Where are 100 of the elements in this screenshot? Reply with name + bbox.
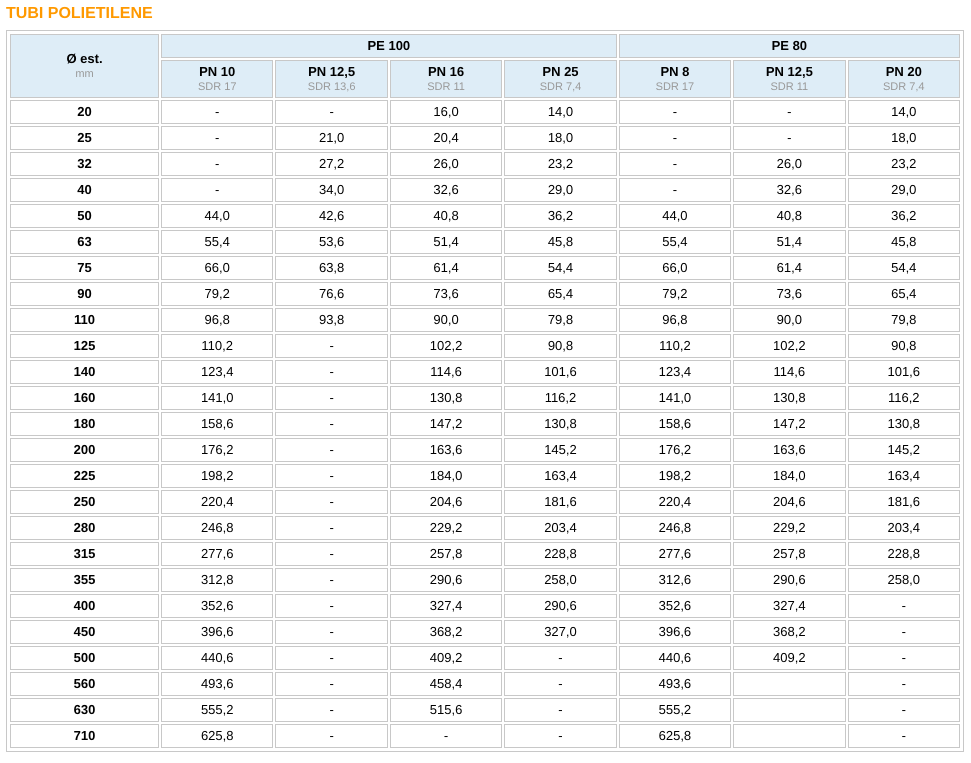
table-cell: 110,2: [618, 334, 732, 358]
table-cell: 79,8: [504, 308, 617, 332]
table-cell: -: [161, 178, 274, 202]
table-cell: 96,8: [161, 308, 274, 332]
table-cell: 220,4: [618, 490, 732, 514]
table-cell: 258,0: [504, 568, 617, 592]
table-cell: 327,4: [733, 594, 846, 618]
table-cell: 130,8: [733, 386, 846, 410]
table-cell: -: [504, 646, 617, 670]
pressure-label: PN 10: [198, 64, 236, 80]
table-cell: 18,0: [504, 126, 617, 150]
table-cell: 228,8: [848, 542, 960, 566]
table-cell: 65,4: [848, 282, 960, 306]
table-cell: -: [275, 464, 388, 488]
table-cell: 163,4: [848, 464, 960, 488]
table-cell: 246,8: [618, 516, 732, 540]
table-cell: 90,0: [390, 308, 502, 332]
table-cell: 21,0: [275, 126, 388, 150]
table-cell: 73,6: [390, 282, 502, 306]
table-cell: 130,8: [504, 412, 617, 436]
table-cell: 368,2: [733, 620, 846, 644]
diameter-cell: 250: [10, 490, 159, 514]
table-cell: -: [504, 672, 617, 696]
table-cell: 36,2: [504, 204, 617, 228]
diameter-cell: 50: [10, 204, 159, 228]
table-cell: -: [618, 178, 732, 202]
table-cell: -: [275, 490, 388, 514]
table-cell: 26,0: [390, 152, 502, 176]
table-cell: -: [161, 152, 274, 176]
diameter-cell: 630: [10, 698, 159, 722]
table-cell: 163,6: [733, 438, 846, 462]
table-cell: -: [275, 412, 388, 436]
table-cell: 40,8: [390, 204, 502, 228]
table-cell: 204,6: [390, 490, 502, 514]
table-cell: -: [618, 100, 732, 124]
table-cell: 79,8: [848, 308, 960, 332]
table-cell: 102,2: [390, 334, 502, 358]
table-cell: 440,6: [161, 646, 274, 670]
sdr-label: SDR 7,4: [538, 80, 582, 94]
table-cell: 458,4: [390, 672, 502, 696]
sdr-label: SDR 11: [426, 80, 466, 94]
table-cell: 123,4: [618, 360, 732, 384]
header-label: Ø est.: [65, 51, 104, 67]
diameter-cell: 40: [10, 178, 159, 202]
table-cell: 66,0: [161, 256, 274, 280]
table-cell: 90,8: [504, 334, 617, 358]
table-cell: 352,6: [618, 594, 732, 618]
pressure-label: PN 20: [884, 64, 923, 80]
table-cell: 409,2: [390, 646, 502, 670]
table-cell: 65,4: [504, 282, 617, 306]
pressure-label: PN 16: [426, 64, 466, 80]
table-cell: 181,6: [504, 490, 617, 514]
diameter-cell: 225: [10, 464, 159, 488]
table-cell: 229,2: [390, 516, 502, 540]
table-cell: 220,4: [161, 490, 274, 514]
pressure-label: PN 12,5: [307, 64, 356, 80]
table-cell: 23,2: [848, 152, 960, 176]
diameter-cell: 400: [10, 594, 159, 618]
table-cell: 515,6: [390, 698, 502, 722]
table-cell: 54,4: [848, 256, 960, 280]
table-cell: 396,6: [161, 620, 274, 644]
table-cell: 76,6: [275, 282, 388, 306]
table-cell: -: [618, 152, 732, 176]
sdr-label: SDR 7,4: [882, 80, 926, 94]
sdr-label: SDR 11: [769, 80, 810, 94]
table-cell: 101,6: [504, 360, 617, 384]
table-cell: 51,4: [733, 230, 846, 254]
table-cell: 90,0: [733, 308, 846, 332]
table-cell: 312,8: [161, 568, 274, 592]
table-cell: 555,2: [161, 698, 274, 722]
table-cell: -: [848, 594, 960, 618]
table-cell: 141,0: [618, 386, 732, 410]
table-cell: 176,2: [161, 438, 274, 462]
table-cell: 228,8: [504, 542, 617, 566]
table-cell: 229,2: [733, 516, 846, 540]
diameter-cell: 500: [10, 646, 159, 670]
table-cell: 116,2: [848, 386, 960, 410]
table-cell: 102,2: [733, 334, 846, 358]
table-cell: -: [848, 672, 960, 696]
table-cell: 176,2: [618, 438, 732, 462]
pressure-label: PN 12,5: [764, 64, 814, 80]
diameter-cell: 315: [10, 542, 159, 566]
table-cell: -: [275, 646, 388, 670]
table-cell: 18,0: [848, 126, 960, 150]
table-cell: 29,0: [848, 178, 960, 202]
table-cell: 203,4: [504, 516, 617, 540]
table-cell: 493,6: [161, 672, 274, 696]
table-cell: -: [275, 100, 388, 124]
table-cell: -: [275, 672, 388, 696]
diameter-cell: 140: [10, 360, 159, 384]
diameter-cell: 125: [10, 334, 159, 358]
table-cell: 114,6: [733, 360, 846, 384]
table-cell: 23,2: [504, 152, 617, 176]
table-cell: -: [848, 646, 960, 670]
table-cell: 184,0: [390, 464, 502, 488]
table-cell: 42,6: [275, 204, 388, 228]
table-cell: -: [275, 594, 388, 618]
table-cell: 90,8: [848, 334, 960, 358]
table-cell: 198,2: [618, 464, 732, 488]
group-header: PE 100: [161, 34, 617, 58]
